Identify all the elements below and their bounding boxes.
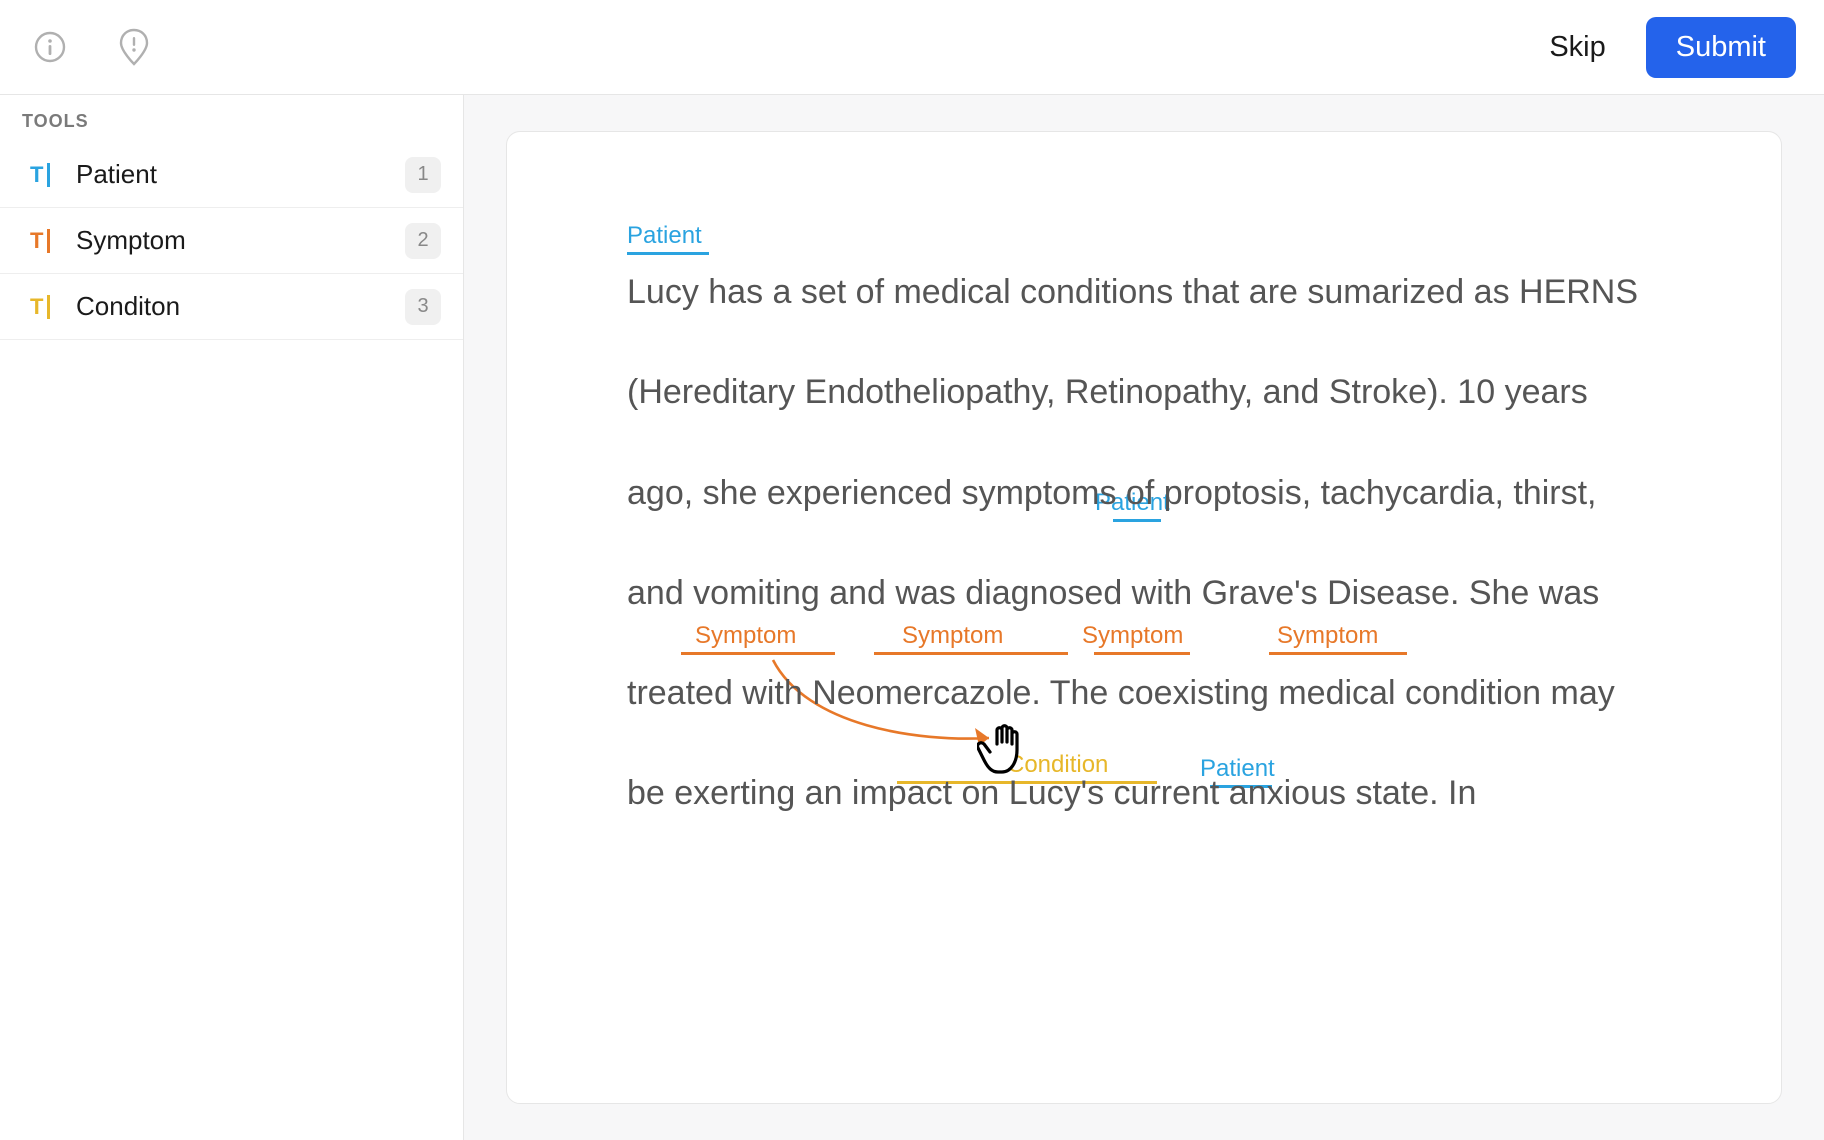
tool-count-badge: 1 xyxy=(405,157,441,193)
header-left xyxy=(30,27,154,67)
tool-item-patient[interactable]: T Patient 1 xyxy=(0,142,463,208)
main: TOOLS T Patient 1 T Symptom 2 T Conditon… xyxy=(0,95,1824,1140)
sidebar-section-title: TOOLS xyxy=(0,95,463,142)
annotation-canvas[interactable]: Patient Patient Symptom Symptom Symptom … xyxy=(506,131,1782,1104)
flag-icon[interactable] xyxy=(114,27,154,67)
content-area: Patient Patient Symptom Symptom Symptom … xyxy=(464,95,1824,1140)
tool-label: Conditon xyxy=(64,291,405,322)
skip-button[interactable]: Skip xyxy=(1541,25,1613,70)
tool-item-symptom[interactable]: T Symptom 2 xyxy=(0,208,463,274)
sidebar: TOOLS T Patient 1 T Symptom 2 T Conditon… xyxy=(0,95,464,1140)
submit-button[interactable]: Submit xyxy=(1646,17,1796,78)
text-tool-icon: T xyxy=(30,294,64,320)
tool-label: Patient xyxy=(64,159,405,190)
text-tool-icon: T xyxy=(30,162,64,188)
text-tool-icon: T xyxy=(30,228,64,254)
tool-count-badge: 3 xyxy=(405,289,441,325)
tool-count-badge: 2 xyxy=(405,223,441,259)
header: Skip Submit xyxy=(0,0,1824,95)
tool-item-condition[interactable]: T Conditon 3 xyxy=(0,274,463,340)
info-icon[interactable] xyxy=(30,27,70,67)
header-right: Skip Submit xyxy=(1541,17,1796,78)
tool-label: Symptom xyxy=(64,225,405,256)
document-text[interactable]: Lucy has a set of medical conditions tha… xyxy=(627,242,1661,844)
